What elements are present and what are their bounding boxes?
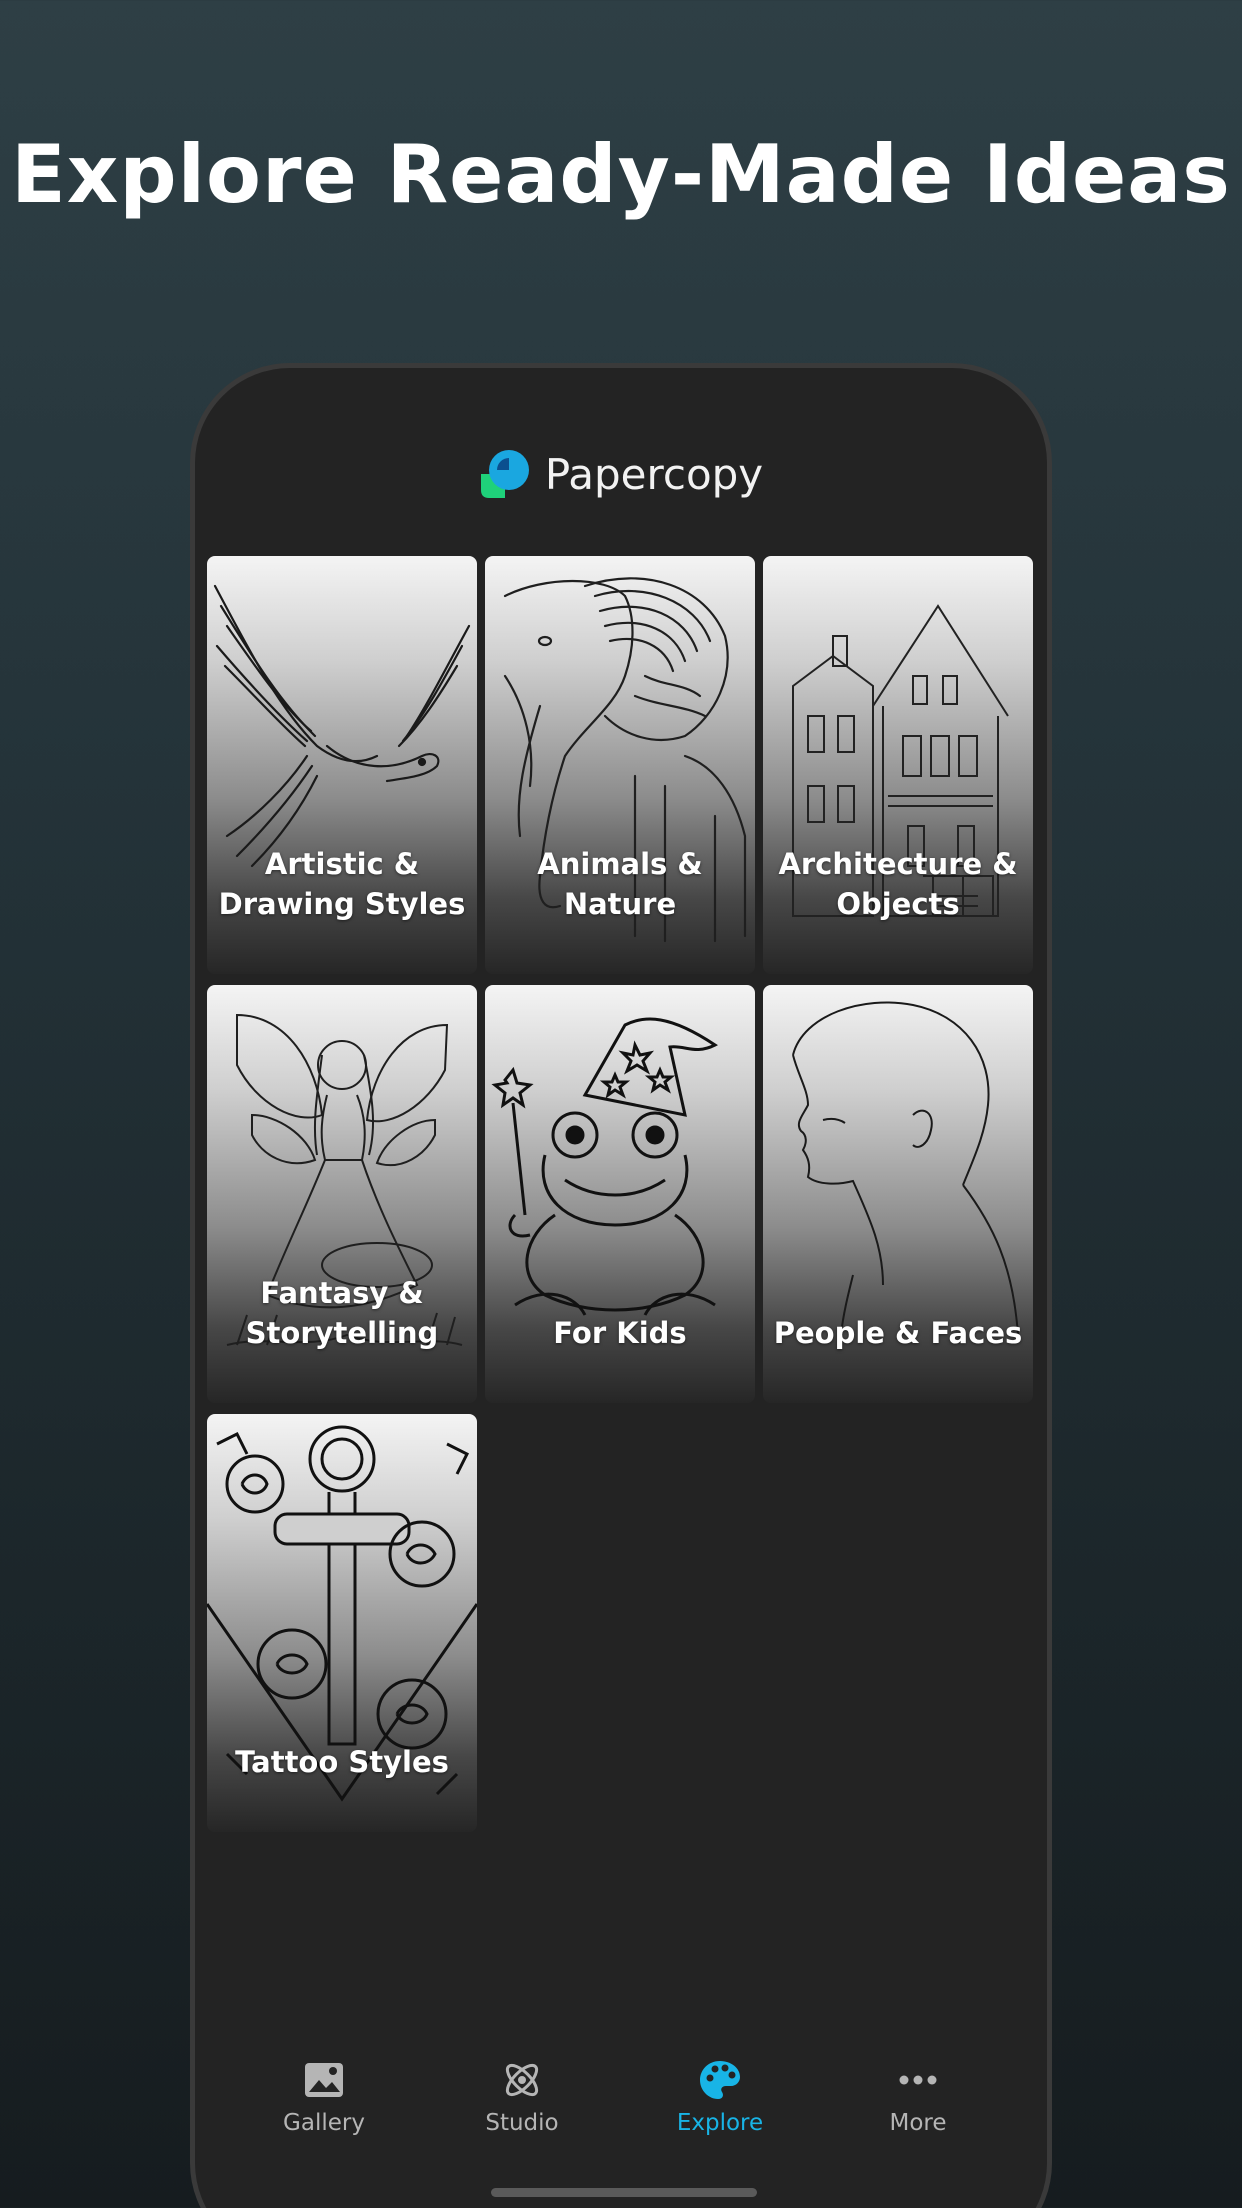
image-icon (305, 2063, 343, 2097)
more-icon (899, 2075, 937, 2085)
category-label: Tattoo Styles (235, 1745, 449, 1779)
palette-icon (700, 2061, 740, 2099)
tab-more[interactable]: More (828, 2058, 1008, 2158)
tab-label: Studio (485, 2110, 559, 2136)
home-indicator (491, 2188, 757, 2197)
tab-label: Gallery (283, 2110, 365, 2136)
atom-icon (505, 2063, 539, 2097)
tab-explore[interactable]: Explore (630, 2058, 810, 2158)
category-label: People & Faces (773, 1316, 1023, 1350)
tab-studio[interactable]: Studio (432, 2058, 612, 2158)
category-label: Animals & Nature (537, 847, 703, 921)
category-card-architecture[interactable]: Architecture & Objects (763, 556, 1033, 974)
tab-gallery[interactable]: Gallery (234, 2058, 414, 2158)
page-headline: Explore Ready-Made Ideas (11, 128, 1231, 221)
tab-label: More (889, 2110, 947, 2136)
category-card-artistic[interactable]: Artistic & Drawing Styles (207, 556, 477, 974)
category-label: Fantasy & Storytelling (245, 1276, 439, 1350)
category-card-animals[interactable]: Animals & Nature (485, 556, 755, 974)
tab-label: Explore (676, 2110, 764, 2136)
category-label: For Kids (553, 1316, 687, 1350)
category-label: Artistic & Drawing Styles (218, 847, 466, 921)
category-grid: Artistic & Drawing Styles Animals & Natu… (207, 556, 1035, 1832)
category-label: Architecture & Objects (778, 847, 1018, 921)
category-card-fantasy[interactable]: Fantasy & Storytelling (207, 985, 477, 1403)
papercopy-logo-icon (480, 450, 529, 498)
phone-frame: Papercopy Artistic & Drawing Styles Anim… (190, 363, 1052, 2208)
category-card-tattoo[interactable]: Tattoo Styles (207, 1414, 477, 1832)
bottom-tab-bar: Gallery Studio Explore More (195, 2058, 1047, 2158)
app-brand: Papercopy (544, 449, 764, 499)
category-card-people[interactable]: People & Faces (763, 985, 1033, 1403)
category-card-kids[interactable]: For Kids (485, 985, 755, 1403)
app-header: Papercopy (195, 448, 1047, 500)
